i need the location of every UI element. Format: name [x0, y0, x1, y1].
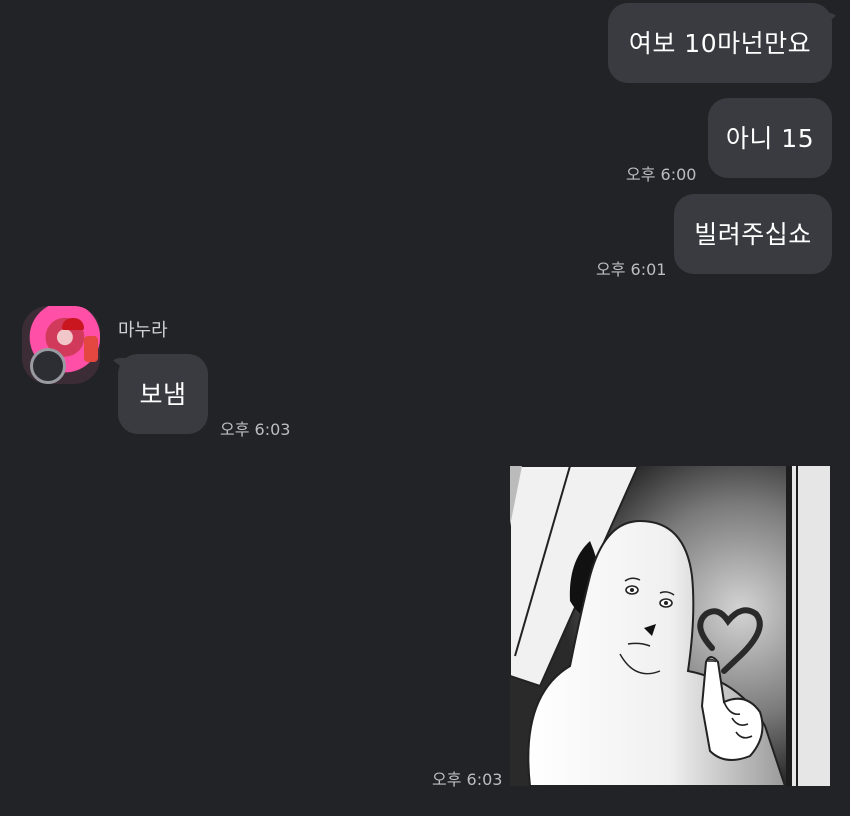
sent-message-3[interactable]: 빌려주십쇼 — [674, 194, 832, 274]
message-text: 보냄 — [139, 379, 187, 409]
sent-message-2[interactable]: 아니 15 — [708, 98, 832, 178]
sent-message-1[interactable]: 여보 10마넌만요 — [608, 3, 832, 83]
sender-name: 마누라 — [118, 320, 168, 341]
message-text: 여보 10마넌만요 — [628, 28, 812, 58]
sent-image[interactable] — [510, 466, 830, 786]
received-message[interactable]: 보냄 — [118, 354, 208, 434]
timestamp: 오후 6:00 — [626, 165, 697, 184]
profile-avatar-icon[interactable] — [22, 306, 100, 384]
timestamp: 오후 6:03 — [220, 420, 291, 439]
cartoon-image-icon — [510, 466, 830, 786]
message-text: 빌려주십쇼 — [694, 219, 812, 249]
timestamp: 오후 6:03 — [432, 770, 503, 789]
timestamp: 오후 6:01 — [596, 260, 667, 279]
message-text: 아니 15 — [725, 123, 815, 153]
